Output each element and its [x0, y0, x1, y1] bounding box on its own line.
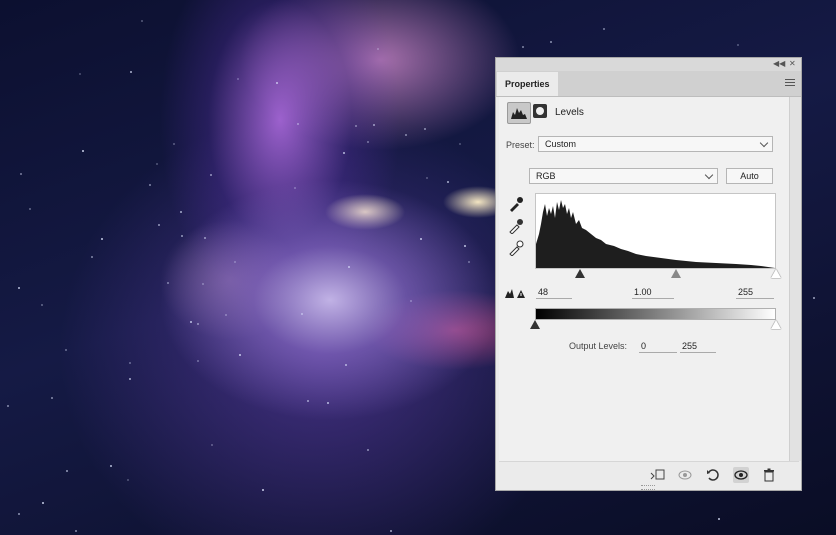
star: [327, 401, 330, 404]
input-black-value[interactable]: 48: [536, 287, 572, 299]
star: [419, 237, 422, 240]
visibility-icon[interactable]: [733, 467, 749, 483]
clipping-warning-icon[interactable]: [504, 287, 526, 299]
preset-dropdown[interactable]: Custom: [538, 136, 773, 152]
output-levels-label: Output Levels:: [569, 341, 628, 351]
output-white-value[interactable]: 255: [680, 341, 716, 353]
star: [366, 448, 369, 451]
star: [446, 180, 449, 183]
histogram-shape: [536, 200, 775, 268]
star: [189, 320, 192, 323]
star: [155, 162, 158, 165]
star: [141, 20, 143, 22]
star: [459, 142, 462, 145]
star: [74, 529, 77, 532]
input-white-slider-handle[interactable]: [771, 269, 781, 278]
white-point-eyedropper-icon[interactable]: [508, 240, 524, 257]
star: [7, 404, 10, 407]
star: [717, 518, 720, 521]
panel-menu-icon[interactable]: [785, 79, 795, 88]
output-levels-slider[interactable]: [530, 320, 781, 332]
resize-grip[interactable]: [641, 485, 655, 490]
black-point-eyedropper-icon[interactable]: [508, 196, 524, 212]
tab-properties[interactable]: Properties: [497, 72, 558, 96]
clip-to-layer-icon[interactable]: [649, 467, 665, 483]
star: [237, 77, 240, 80]
panel-tab-row: Properties: [496, 71, 801, 97]
delete-icon[interactable]: [761, 467, 777, 483]
input-midtone-slider-handle[interactable]: [670, 269, 681, 278]
layer-mask-icon[interactable]: [533, 104, 547, 118]
adjustment-title: Levels: [555, 107, 584, 118]
close-icon[interactable]: ✕: [789, 59, 796, 68]
panel-footer: [499, 461, 799, 488]
chevron-down-icon: [759, 138, 769, 148]
channel-dropdown[interactable]: RGB: [529, 168, 718, 184]
output-white-slider-handle[interactable]: [771, 320, 781, 329]
panel-content: Levels Preset: Custom RGB Auto 48 1.00 2…: [499, 97, 789, 461]
star: [376, 48, 379, 51]
preset-label: Preset:: [506, 140, 535, 150]
star: [65, 470, 68, 473]
input-black-slider-handle[interactable]: [575, 269, 586, 278]
auto-button[interactable]: Auto: [726, 168, 773, 184]
collapse-icon[interactable]: ◀◀: [773, 59, 785, 68]
star: [409, 300, 412, 303]
star: [179, 210, 182, 213]
star: [549, 40, 552, 43]
panel-scrollbar[interactable]: [789, 97, 801, 461]
star: [91, 255, 94, 258]
levels-histogram-glyph: [511, 108, 527, 119]
properties-panel: ◀◀ ✕ Properties Levels Preset: Custom RG…: [495, 57, 802, 491]
view-previous-state-icon[interactable]: [677, 467, 693, 483]
star: [347, 266, 350, 269]
chevron-down-icon: [704, 170, 714, 180]
histogram: [535, 193, 776, 269]
reset-icon[interactable]: [705, 467, 721, 483]
input-midtone-value[interactable]: 1.00: [632, 287, 674, 299]
star: [128, 362, 131, 365]
gray-point-eyedropper-icon[interactable]: [508, 218, 524, 235]
input-white-value[interactable]: 255: [736, 287, 774, 299]
panel-titlebar[interactable]: ◀◀ ✕: [496, 58, 801, 71]
output-black-slider-handle[interactable]: [530, 320, 540, 329]
star: [521, 46, 524, 49]
star: [50, 396, 53, 399]
star: [355, 124, 358, 127]
output-black-value[interactable]: 0: [639, 341, 677, 353]
input-levels-slider[interactable]: [535, 269, 781, 281]
star: [196, 359, 199, 362]
output-gradient-bar: [535, 308, 776, 320]
star: [129, 70, 132, 73]
star: [40, 304, 43, 307]
channel-value: RGB: [536, 171, 556, 181]
star: [100, 237, 103, 240]
levels-adjustment-icon[interactable]: [507, 102, 531, 124]
preset-value: Custom: [545, 139, 577, 149]
